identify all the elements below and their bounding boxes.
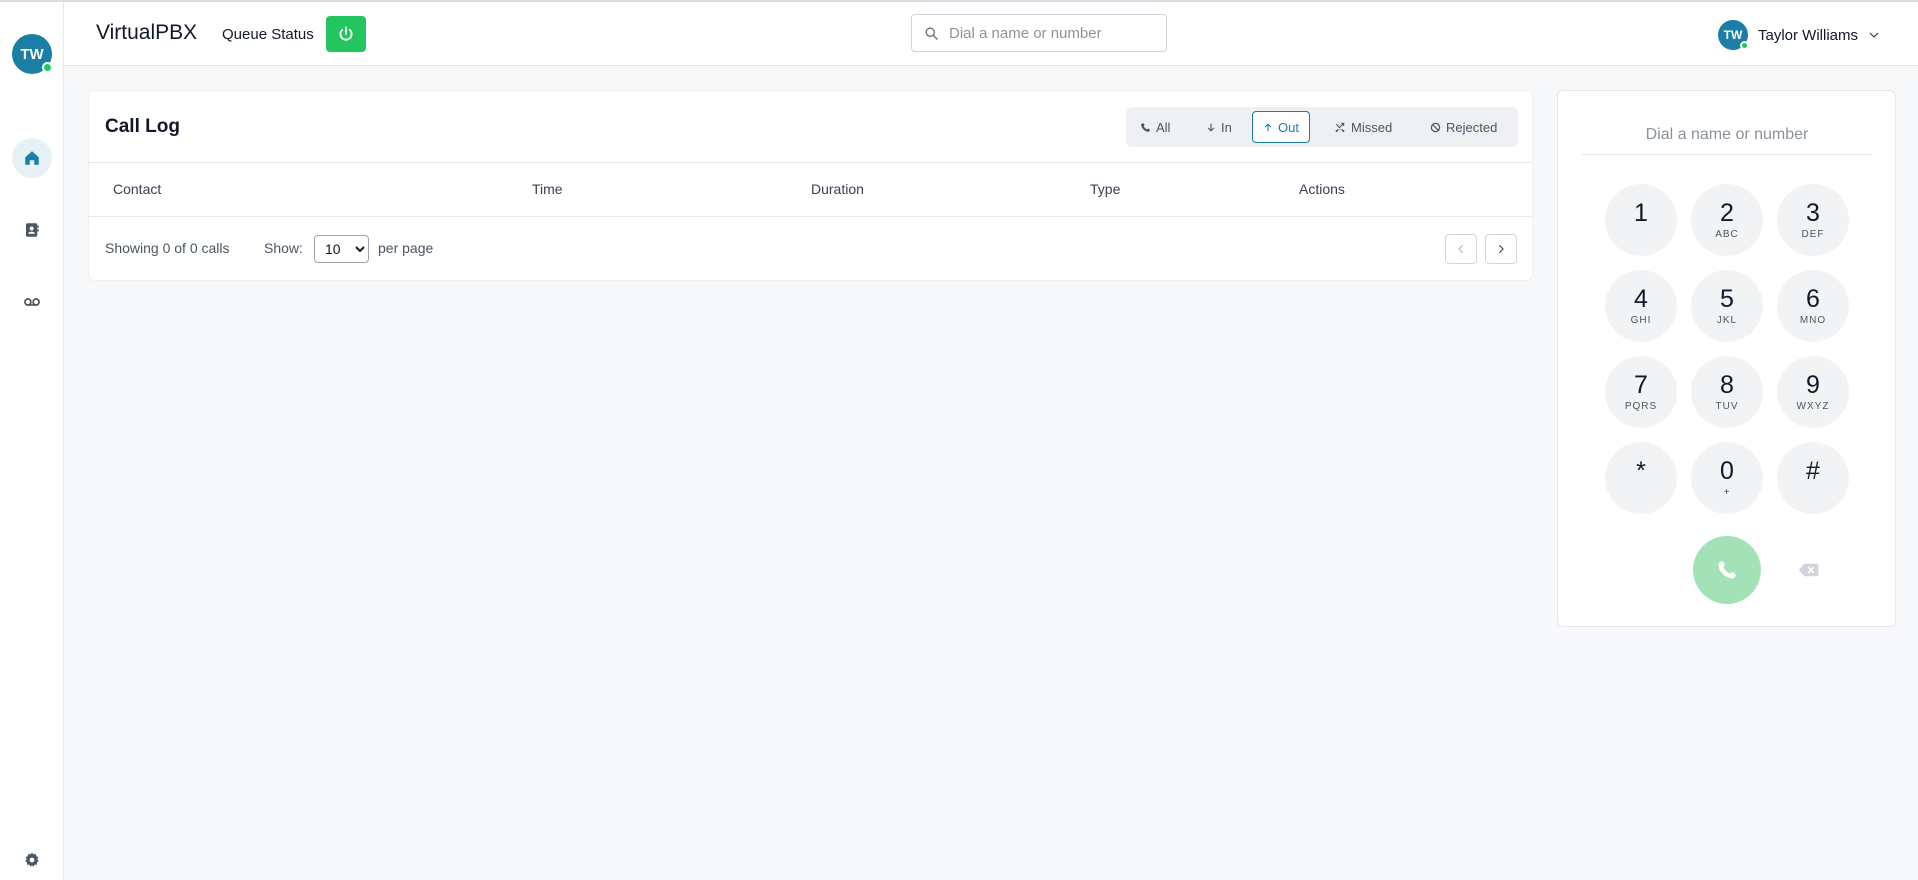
- filter-all-label: All: [1156, 119, 1171, 135]
- gear-icon: [25, 852, 39, 867]
- arrow-down-icon: [1207, 123, 1215, 132]
- dialpad-key-6[interactable]: 6 MNO: [1777, 270, 1849, 342]
- key-digit: *: [1636, 457, 1646, 485]
- call-filter-group: All In Out Missed Rejected: [1126, 107, 1518, 147]
- dialpad-panel: 1 2 ABC 3 DEF 4 GHI 5 JKL 6 MNO 7 PQRS 8…: [1557, 90, 1896, 627]
- user-online-dot: [1740, 41, 1749, 50]
- home-icon: [25, 151, 39, 165]
- phone-icon: [1718, 560, 1737, 579]
- settings-button[interactable]: [12, 840, 52, 880]
- next-page-button[interactable]: [1485, 234, 1517, 264]
- arrow-up-icon: [1264, 122, 1272, 131]
- queue-status-label: Queue Status: [222, 26, 314, 43]
- filter-missed-label: Missed: [1351, 119, 1393, 135]
- per-page-select[interactable]: 10 25 50: [314, 235, 369, 263]
- app-title: VirtualPBX: [96, 21, 198, 44]
- table-header-divider: [89, 216, 1532, 217]
- per-page-label: per page: [378, 240, 434, 256]
- dial-search-box[interactable]: [911, 14, 1167, 52]
- key-letters: TUV: [1715, 401, 1739, 412]
- dialpad-key-4[interactable]: 4 GHI: [1605, 270, 1677, 342]
- key-digit: 5: [1720, 285, 1734, 313]
- key-letters: ABC: [1715, 229, 1739, 240]
- key-digit: 3: [1806, 199, 1820, 227]
- filter-in[interactable]: In: [1196, 111, 1242, 143]
- dialpad-key-2[interactable]: 2 ABC: [1691, 184, 1763, 256]
- column-header-duration[interactable]: Duration: [811, 181, 864, 197]
- column-header-contact[interactable]: Contact: [113, 181, 161, 197]
- filter-rejected[interactable]: Rejected: [1420, 111, 1507, 143]
- chevron-left-icon: [1458, 244, 1464, 254]
- sidebar-avatar[interactable]: TW: [12, 34, 53, 74]
- key-digit: 8: [1720, 371, 1734, 399]
- showing-count: Showing 0 of 0 calls: [105, 240, 230, 256]
- user-name: Taylor Williams: [1758, 26, 1859, 44]
- user-initials: TW: [1723, 28, 1743, 42]
- key-letters: JKL: [1716, 315, 1738, 326]
- search-input[interactable]: [949, 24, 1149, 42]
- dialpad-key-1[interactable]: 1: [1605, 184, 1677, 256]
- dialpad-key-8[interactable]: 8 TUV: [1691, 356, 1763, 428]
- key-digit: 0: [1720, 457, 1734, 485]
- key-letters: MNO: [1799, 315, 1827, 326]
- call-log-title: Call Log: [105, 116, 180, 137]
- key-digit: 4: [1634, 285, 1648, 313]
- power-icon: [339, 26, 353, 41]
- column-header-type[interactable]: Type: [1090, 181, 1120, 197]
- dialpad-key-3[interactable]: 3 DEF: [1777, 184, 1849, 256]
- call-log-panel: Call Log All In Out Missed Rejected Cont…: [88, 90, 1533, 281]
- dialpad-key-0[interactable]: 0 +: [1691, 442, 1763, 514]
- filter-in-label: In: [1221, 119, 1232, 135]
- chevron-down-icon: [1869, 32, 1879, 38]
- column-header-time[interactable]: Time: [532, 181, 563, 197]
- call-button[interactable]: [1693, 536, 1761, 604]
- key-letters: GHI: [1630, 315, 1652, 326]
- key-digit: 6: [1806, 285, 1820, 313]
- user-avatar: TW: [1718, 20, 1749, 50]
- filter-rejected-label: Rejected: [1446, 119, 1498, 135]
- dialpad-number-input[interactable]: [1582, 115, 1872, 155]
- sidebar-item-contacts[interactable]: [12, 210, 52, 250]
- key-digit: 1: [1634, 199, 1648, 227]
- ban-icon: [1430, 122, 1441, 132]
- key-digit: 9: [1806, 371, 1820, 399]
- sidebar-item-voicemail[interactable]: [12, 282, 52, 322]
- dialpad-key-9[interactable]: 9 WXYZ: [1777, 356, 1849, 428]
- backspace-icon: [1798, 563, 1819, 577]
- search-icon: [925, 27, 938, 40]
- backspace-button[interactable]: [1794, 557, 1824, 583]
- missed-call-icon: [1335, 122, 1345, 132]
- user-menu[interactable]: TW Taylor Williams: [1718, 18, 1880, 52]
- filter-missed[interactable]: Missed: [1324, 111, 1402, 143]
- contacts-icon: [26, 223, 39, 237]
- chevron-right-icon: [1498, 244, 1504, 254]
- queue-status-toggle[interactable]: [326, 16, 366, 52]
- key-digit: #: [1806, 457, 1820, 485]
- column-header-actions[interactable]: Actions: [1299, 181, 1345, 197]
- voicemail-icon: [24, 298, 40, 306]
- key-letters: +: [1723, 487, 1731, 498]
- key-letters: DEF: [1801, 229, 1825, 240]
- key-digit: 2: [1720, 199, 1734, 227]
- filter-out-label: Out: [1278, 119, 1299, 135]
- sidebar-item-home[interactable]: [12, 138, 52, 178]
- header-divider: [89, 162, 1532, 163]
- dialpad-key-5[interactable]: 5 JKL: [1691, 270, 1763, 342]
- filter-all[interactable]: All: [1130, 111, 1180, 143]
- show-label: Show:: [264, 240, 303, 256]
- avatar-initials: TW: [20, 45, 44, 63]
- dialpad-key-7[interactable]: 7 PQRS: [1605, 356, 1677, 428]
- dialpad-key-star[interactable]: *: [1605, 442, 1677, 514]
- dialpad-key-hash[interactable]: #: [1777, 442, 1849, 514]
- previous-page-button[interactable]: [1445, 234, 1477, 264]
- top-bar: VirtualPBX Queue Status TW Taylor Willia…: [64, 2, 1918, 66]
- filter-out[interactable]: Out: [1252, 111, 1310, 143]
- key-digit: 7: [1634, 371, 1648, 399]
- sidebar: TW: [0, 2, 64, 880]
- online-status-dot: [42, 62, 53, 73]
- phone-icon: [1141, 122, 1151, 132]
- key-letters: WXYZ: [1796, 401, 1830, 412]
- key-letters: PQRS: [1624, 401, 1658, 412]
